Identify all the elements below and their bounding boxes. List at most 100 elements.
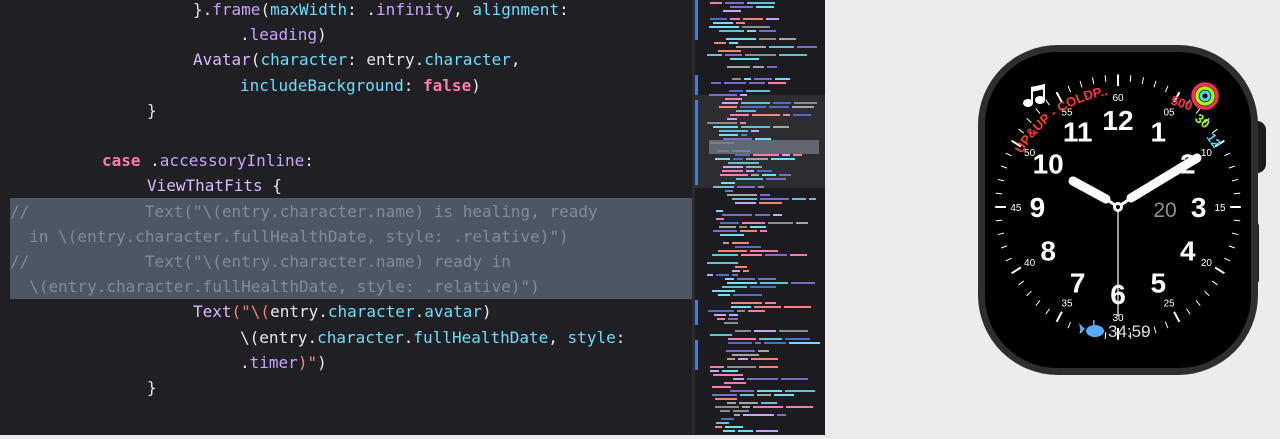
minimap[interactable]: [695, 0, 825, 435]
minimap-line: [773, 214, 782, 216]
code-token: : .: [347, 0, 377, 19]
minimap-line: [716, 422, 729, 424]
minimap-line: [730, 390, 754, 392]
code-line[interactable]: }: [147, 375, 157, 400]
minimap-line: [754, 78, 772, 80]
minimap-line: [727, 282, 757, 284]
code-line[interactable]: \(entry.character.fullHealthDate, style:: [240, 325, 625, 350]
code-line[interactable]: }.frame(maxWidth: .infinity, alignment:: [193, 0, 569, 22]
minimap-change-marker: [695, 75, 698, 95]
timer-text: 34:59: [1108, 322, 1151, 341]
code-line[interactable]: ViewThatFits {: [147, 173, 282, 198]
code-token: false: [423, 75, 472, 95]
code-token: .: [140, 151, 160, 171]
code-token: ): [317, 25, 327, 45]
code-token: :: [304, 151, 314, 171]
minimap-line: [729, 314, 738, 316]
code-line[interactable]: Text("\(entry.character.avatar): [193, 299, 492, 324]
code-line[interactable]: \(entry.character.fullHealthDate, style:…: [10, 274, 540, 299]
code-token: ): [471, 75, 481, 95]
minimap-line: [712, 254, 738, 256]
minimap-line: [739, 226, 747, 228]
minimap-line: [760, 194, 770, 196]
minimap-line: [762, 174, 776, 176]
code-line[interactable]: .timer)"): [240, 350, 327, 375]
minimap-line: [728, 338, 756, 340]
code-line[interactable]: Avatar(character: entry.character,: [193, 47, 521, 72]
minimap-line: [709, 26, 739, 28]
minimap-line: [750, 226, 766, 228]
code-token: .: [240, 352, 250, 372]
minimap-line: [730, 18, 740, 20]
minimap-line: [715, 158, 730, 160]
code-token: \(entry.character.fullHealthDate, style:…: [10, 277, 540, 297]
minimap-line: [790, 254, 807, 256]
code-line[interactable]: in \(entry.character.fullHealthDate, sty…: [10, 224, 568, 249]
minimap-line: [758, 186, 764, 188]
minimap-line: [748, 310, 765, 312]
minute-label: 25: [1163, 298, 1175, 309]
minimap-line: [730, 114, 749, 116]
minimap-line: [757, 394, 771, 396]
minimap-line: [779, 54, 807, 56]
minimap-line: [751, 174, 759, 176]
code-line[interactable]: // Text("\(entry.character.name) is heal…: [10, 199, 598, 224]
minimap-line: [732, 242, 749, 244]
code-token: }: [147, 378, 157, 397]
minimap-line: [765, 254, 787, 256]
minimap-line: [754, 306, 781, 308]
minimap-line: [777, 414, 786, 416]
minimap-line: [769, 46, 794, 48]
minimap-line: [739, 402, 758, 404]
minimap-line: [759, 366, 778, 368]
minimap-line: [711, 82, 721, 84]
minimap-line: [717, 318, 725, 320]
code-token: ): [482, 302, 492, 322]
minimap-line: [755, 214, 770, 216]
minimap-line: [725, 190, 733, 192]
code-line[interactable]: }: [147, 98, 157, 123]
minimap-line: [720, 234, 744, 236]
minimap-line: [754, 330, 776, 332]
minimap-line: [715, 406, 739, 408]
code-token: :: [559, 0, 569, 19]
minimap-line: [730, 58, 759, 60]
minimap-line: [725, 54, 742, 56]
minimap-line: [784, 306, 811, 308]
minimap-line: [713, 230, 737, 232]
minimap-line: [736, 178, 763, 180]
minimap-line: [783, 114, 790, 116]
minute-label: 10: [1201, 148, 1213, 159]
minimap-line: [785, 390, 815, 392]
minute-label: 15: [1214, 203, 1226, 214]
code-line[interactable]: // Text("\(entry.character.name) ready i…: [10, 249, 511, 274]
minimap-line: [733, 294, 762, 296]
minimap-line: [747, 378, 778, 380]
minute-label: 45: [1010, 203, 1022, 214]
hour-label: 7: [1070, 267, 1086, 298]
code-token: \(: [240, 327, 260, 347]
minimap-line: [713, 126, 738, 128]
minimap-line: [740, 94, 747, 96]
minimap-line: [753, 66, 764, 68]
minimap-line: [792, 198, 806, 200]
minimap-line: [719, 30, 744, 32]
code-editor[interactable]: }.frame(maxWidth: .infinity, alignment:.…: [0, 0, 692, 435]
minimap-line: [713, 374, 743, 376]
minimap-line: [714, 314, 726, 316]
code-line[interactable]: .leading): [240, 22, 327, 47]
minimap-line: [746, 170, 754, 172]
code-line[interactable]: case .accessoryInline:: [102, 148, 314, 173]
code-line[interactable]: includeBackground: false): [240, 73, 481, 98]
minimap-line: [720, 222, 739, 224]
minimap-line: [710, 370, 719, 372]
minimap-line: [741, 126, 770, 128]
minimap-line: [725, 426, 743, 428]
minimap-line: [737, 186, 755, 188]
minimap-line: [781, 378, 808, 380]
minimap-line: [757, 170, 772, 172]
minimap-line: [735, 154, 750, 156]
minimap-line: [709, 94, 737, 96]
minimap-line: [708, 310, 734, 312]
code-token: Avatar: [193, 50, 251, 70]
